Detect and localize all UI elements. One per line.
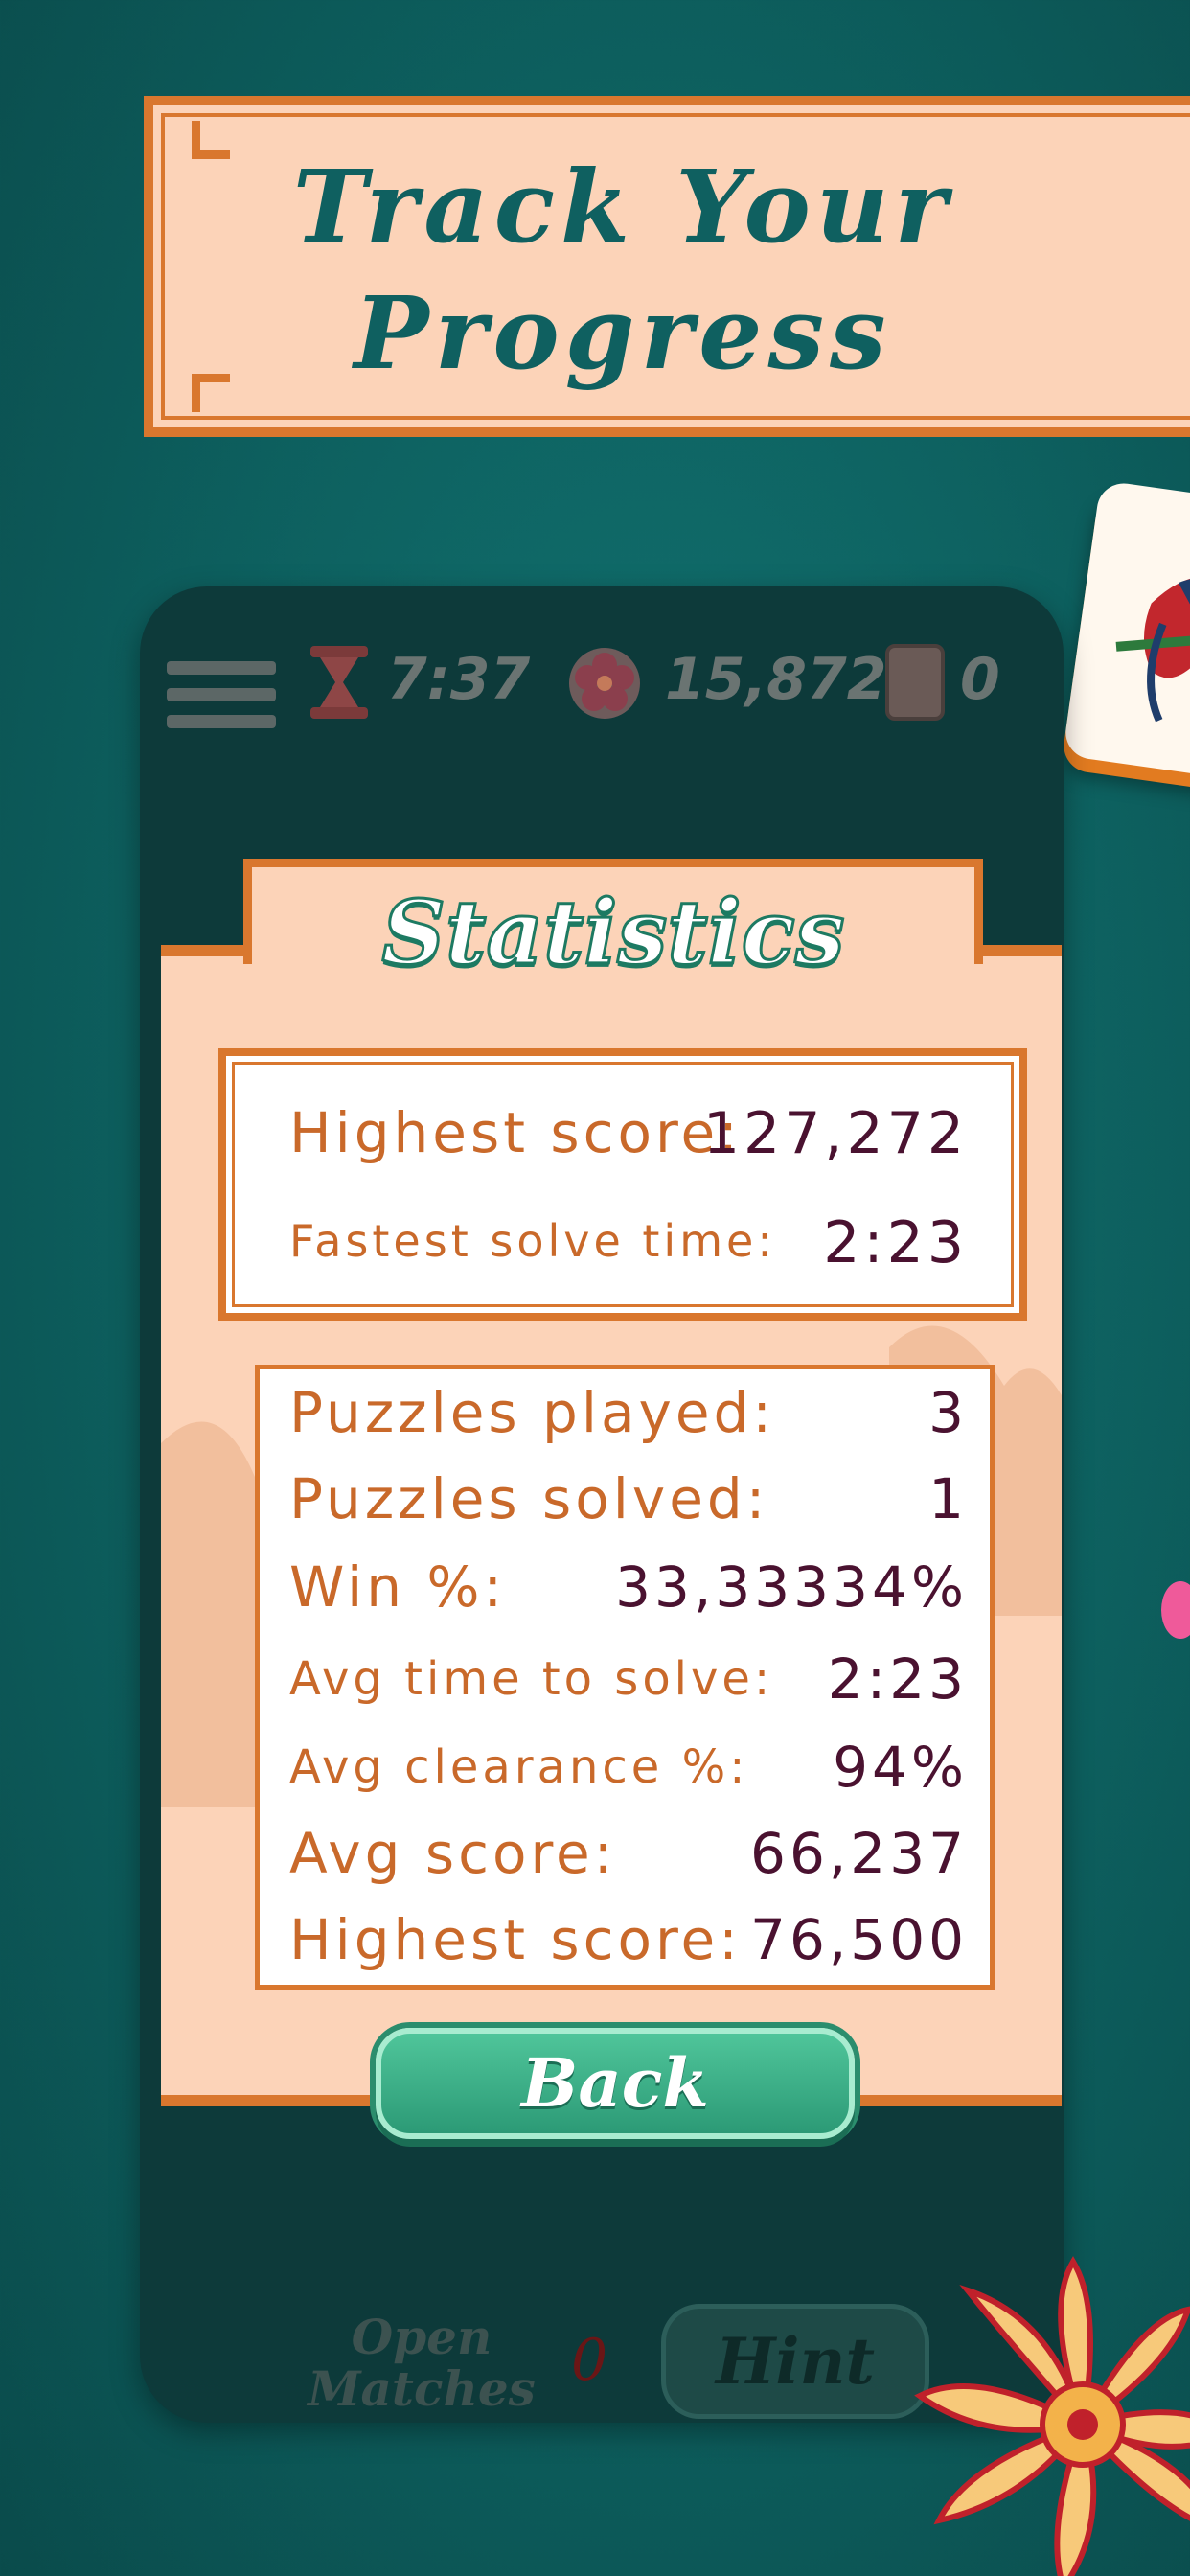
best-row-fastest-time: Fastest solve time: 2:23 <box>289 1209 968 1286</box>
timer-text: 7:37 <box>387 646 531 713</box>
chrysanthemum-icon <box>862 2242 1190 2576</box>
detail-row: Avg clearance %: 94% <box>289 1735 968 1811</box>
stat-value: 3 <box>928 1380 968 1445</box>
open-matches-count: 0 <box>571 2327 608 2394</box>
stat-value: 76,500 <box>750 1907 968 1972</box>
best-row-highest-score: Highest score: 127,272 <box>289 1100 968 1177</box>
tile-icon <box>885 644 945 721</box>
stat-label: Win %: <box>289 1554 507 1620</box>
detail-row: Win %: 33,33334% <box>289 1554 968 1631</box>
score-text: 15,872 <box>665 646 887 713</box>
stat-label: Highest score: <box>289 1100 742 1165</box>
detail-row: Avg score: 66,237 <box>289 1821 968 1898</box>
stat-value: 2:23 <box>827 1646 968 1712</box>
detail-row: Puzzles solved: 1 <box>289 1466 968 1543</box>
stat-value: 1 <box>928 1466 968 1531</box>
back-button[interactable]: Back <box>376 2028 855 2139</box>
stat-value: 127,272 <box>702 1100 968 1167</box>
detail-row: Avg time to solve: 2:23 <box>289 1646 968 1723</box>
stat-value: 2:23 <box>823 1209 968 1276</box>
stat-label: Puzzles solved: <box>289 1466 769 1531</box>
stat-label: Avg clearance %: <box>289 1740 749 1794</box>
flower-icon <box>567 646 642 721</box>
banner-corner-bottom <box>192 374 230 412</box>
banner-corner-top <box>192 121 230 159</box>
stat-label: Avg time to solve: <box>289 1652 774 1706</box>
bird-tile-icon <box>1062 479 1190 780</box>
detail-row: Highest score: 76,500 <box>289 1907 968 1984</box>
stat-value: 94% <box>833 1735 968 1800</box>
detail-row: Puzzles played: 3 <box>289 1380 968 1457</box>
hourglass-icon <box>305 642 374 723</box>
menu-icon[interactable] <box>140 644 303 749</box>
stat-label: Highest score: <box>289 1907 742 1972</box>
tiles-count: 0 <box>960 646 1000 713</box>
stat-value: 33,33334% <box>615 1554 968 1620</box>
game-hud: 7:37 15,872 0 <box>140 586 1064 778</box>
open-matches-label: Open Matches <box>308 2309 536 2417</box>
banner-title: Track Your Progress <box>292 148 953 392</box>
stat-label: Avg score: <box>289 1821 617 1886</box>
stat-label: Fastest solve time: <box>289 1215 776 1267</box>
stat-value: 66,237 <box>750 1821 968 1886</box>
statistics-title: Statistics <box>380 880 846 986</box>
pink-bud-icon <box>1161 1581 1190 1639</box>
stat-label: Puzzles played: <box>289 1380 775 1445</box>
title-banner: Track Your Progress <box>144 96 1190 437</box>
back-button-label: Back <box>521 2043 709 2123</box>
